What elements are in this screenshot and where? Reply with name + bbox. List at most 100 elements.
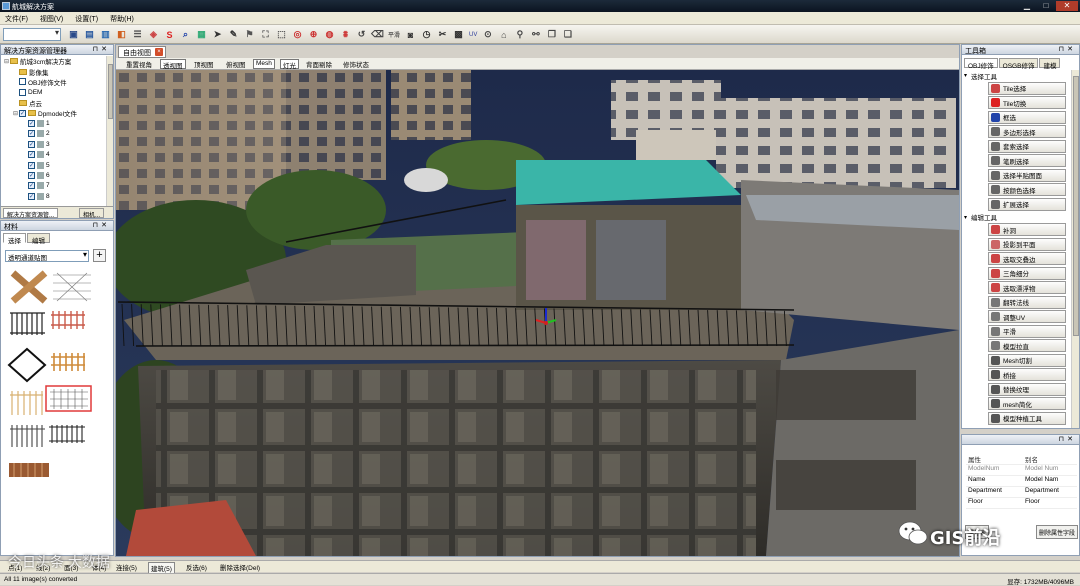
tool-button[interactable]: 补洞 bbox=[988, 223, 1066, 237]
swatch-diamond-frame[interactable] bbox=[7, 347, 47, 383]
close-icon[interactable]: ✕ bbox=[1056, 1, 1078, 11]
tree-item[interactable]: ✓ 3 bbox=[1, 139, 107, 149]
tab-free-view[interactable]: 自由视图 × bbox=[118, 46, 166, 58]
tree-item[interactable]: DEM bbox=[1, 87, 107, 97]
tree-item[interactable]: ✓ 8 bbox=[1, 191, 107, 201]
panel-pin-icon[interactable]: ⊓✕ bbox=[1059, 45, 1076, 53]
undo-icon[interactable]: ↺ bbox=[354, 27, 369, 42]
menu-settings[interactable]: 设置(T) bbox=[70, 12, 103, 24]
tool-group-header[interactable]: ▾ 选择工具 bbox=[962, 70, 1072, 81]
tab-modeling[interactable]: 建模 bbox=[1039, 58, 1061, 70]
swatch-red-fence[interactable] bbox=[51, 311, 85, 329]
report-icon[interactable]: ❑ bbox=[560, 27, 575, 42]
checkbox[interactable] bbox=[19, 88, 26, 96]
tab-edit[interactable]: 编辑 bbox=[27, 233, 50, 245]
tab-osgb-decorate[interactable]: OSGB修饰 bbox=[998, 58, 1039, 70]
swatch-selected-grille[interactable] bbox=[45, 385, 92, 412]
panel-pin-icon[interactable]: ⊓✕ bbox=[1059, 435, 1076, 443]
checkbox[interactable]: ✓ bbox=[19, 109, 26, 117]
swatch-black-railing[interactable] bbox=[10, 312, 45, 335]
save-icon[interactable]: ▤ bbox=[82, 27, 97, 42]
collapse-icon[interactable]: ▾ bbox=[964, 72, 971, 79]
tool-button[interactable]: 三角细分 bbox=[988, 266, 1066, 280]
decorate-state-button[interactable]: 修饰状态 bbox=[341, 59, 371, 69]
swatch-wire-fence[interactable] bbox=[53, 272, 91, 302]
checkbox[interactable]: ✓ bbox=[28, 161, 35, 169]
tool-button[interactable]: 按颜色选择 bbox=[988, 183, 1066, 197]
swatch-beige-railing[interactable] bbox=[10, 391, 43, 415]
swatch-wood-x[interactable] bbox=[10, 270, 48, 304]
tool-button[interactable]: 桥接 bbox=[988, 368, 1066, 382]
tool-button[interactable]: 调整UV bbox=[988, 310, 1066, 324]
tool-button[interactable]: 选取交叠边 bbox=[988, 252, 1066, 266]
tree-item[interactable]: ✓ 1 bbox=[1, 118, 107, 128]
top-view-button[interactable]: 顶视图 bbox=[192, 59, 216, 69]
tool-button[interactable]: 框选 bbox=[988, 110, 1066, 124]
swatch-brown-fence[interactable] bbox=[9, 459, 51, 481]
stamp-icon[interactable]: ⚑ bbox=[242, 27, 257, 42]
tool-button[interactable]: Tile切换 bbox=[988, 96, 1066, 110]
close-tab-icon[interactable]: × bbox=[155, 48, 163, 56]
checkbox[interactable]: ✓ bbox=[28, 120, 35, 128]
uv-label[interactable]: UV bbox=[467, 27, 479, 42]
tool-button[interactable]: 笔刷选择 bbox=[988, 154, 1066, 168]
tree-icon[interactable]: ⚯ bbox=[528, 27, 543, 42]
menu-view[interactable]: 视图(V) bbox=[35, 12, 68, 24]
table-row[interactable]: Name Model Nam bbox=[966, 476, 1077, 487]
maximize-icon[interactable]: □ bbox=[1039, 1, 1053, 11]
perspective-button[interactable]: 透视图 bbox=[160, 59, 186, 70]
tool-button[interactable]: 翻转法线 bbox=[988, 295, 1066, 309]
grid-tex-icon[interactable]: ▩ bbox=[451, 27, 466, 42]
tab-solution-explorer[interactable]: 解决方案资源管... bbox=[3, 208, 59, 219]
camera-icon[interactable]: ◙ bbox=[403, 27, 418, 42]
clock-icon[interactable]: ◷ bbox=[419, 27, 434, 42]
tree-scrollbar[interactable] bbox=[106, 56, 113, 206]
tool-button[interactable]: 选择半贴图面 bbox=[988, 168, 1066, 182]
tree-item[interactable]: ✓ 4 bbox=[1, 150, 107, 160]
float-icon[interactable]: ◍ bbox=[322, 27, 337, 42]
doc-icon[interactable]: ❐ bbox=[544, 27, 559, 42]
tool-button[interactable]: mesh简化 bbox=[988, 397, 1066, 411]
reset-view-button[interactable]: 重置视角 bbox=[124, 59, 154, 69]
swatch-grey-railing[interactable] bbox=[10, 425, 45, 447]
menu-help[interactable]: 帮助(H) bbox=[105, 12, 139, 24]
table-row[interactable]: Department Department bbox=[966, 487, 1077, 498]
export-icon[interactable]: ◧ bbox=[114, 27, 129, 42]
checkbox[interactable]: ✓ bbox=[28, 192, 35, 200]
panel-pin-icon[interactable]: ⊓✕ bbox=[93, 45, 110, 53]
toolbar-combo[interactable] bbox=[3, 28, 61, 41]
pin-icon[interactable]: ⚲ bbox=[512, 27, 527, 42]
minimize-icon[interactable]: ▁ bbox=[1020, 1, 1034, 11]
tool-button[interactable]: 模型种植工具 bbox=[988, 411, 1066, 425]
scroll-thumb[interactable] bbox=[108, 64, 113, 119]
tool-button[interactable]: 扩展选择 bbox=[988, 197, 1066, 211]
tree-item[interactable]: ✓ 2 bbox=[1, 129, 107, 139]
mesh-toggle-button[interactable]: Mesh bbox=[253, 59, 275, 69]
brush-icon[interactable]: ✎ bbox=[226, 27, 241, 42]
delete-selection-button[interactable]: 删除选择(Del) bbox=[220, 562, 260, 572]
checkbox[interactable]: ✓ bbox=[28, 171, 35, 179]
tool-button[interactable]: 平滑 bbox=[988, 324, 1066, 338]
expand-icon[interactable]: ⊟ bbox=[12, 110, 19, 117]
scroll-thumb[interactable] bbox=[1073, 76, 1079, 336]
checkbox[interactable]: ✓ bbox=[28, 140, 35, 148]
crop-icon[interactable]: ⛶ bbox=[258, 27, 273, 42]
tree-item[interactable]: ✓ 7 bbox=[1, 181, 107, 191]
tool-group-header[interactable]: ▾ 编辑工具 bbox=[962, 212, 1072, 223]
invert-selection-button[interactable]: 反选(6) bbox=[186, 562, 207, 572]
3d-scene-canvas[interactable] bbox=[116, 70, 959, 556]
tab-obj-decorate[interactable]: OBJ修饰 bbox=[964, 58, 998, 70]
tool-button[interactable]: 投影到平面 bbox=[988, 237, 1066, 251]
swatch-wood-fence[interactable] bbox=[51, 353, 85, 371]
tree-item[interactable]: 影像集 bbox=[1, 66, 107, 77]
flatten-label[interactable]: 平滑 bbox=[386, 27, 402, 42]
light-toggle-button[interactable]: 灯光 bbox=[280, 59, 299, 70]
material-type-select[interactable]: 透明通道贴图 bbox=[5, 250, 89, 262]
checkbox[interactable]: ✓ bbox=[28, 182, 35, 190]
tool-button[interactable]: 模型拉直 bbox=[988, 339, 1066, 353]
tool-button[interactable]: 选取漂浮物 bbox=[988, 281, 1066, 295]
add-material-button[interactable]: + bbox=[93, 249, 106, 262]
menu-file[interactable]: 文件(F) bbox=[0, 12, 33, 24]
triangle-icon[interactable]: ⊕ bbox=[306, 27, 321, 42]
expand-icon[interactable]: ⊟ bbox=[3, 58, 10, 65]
